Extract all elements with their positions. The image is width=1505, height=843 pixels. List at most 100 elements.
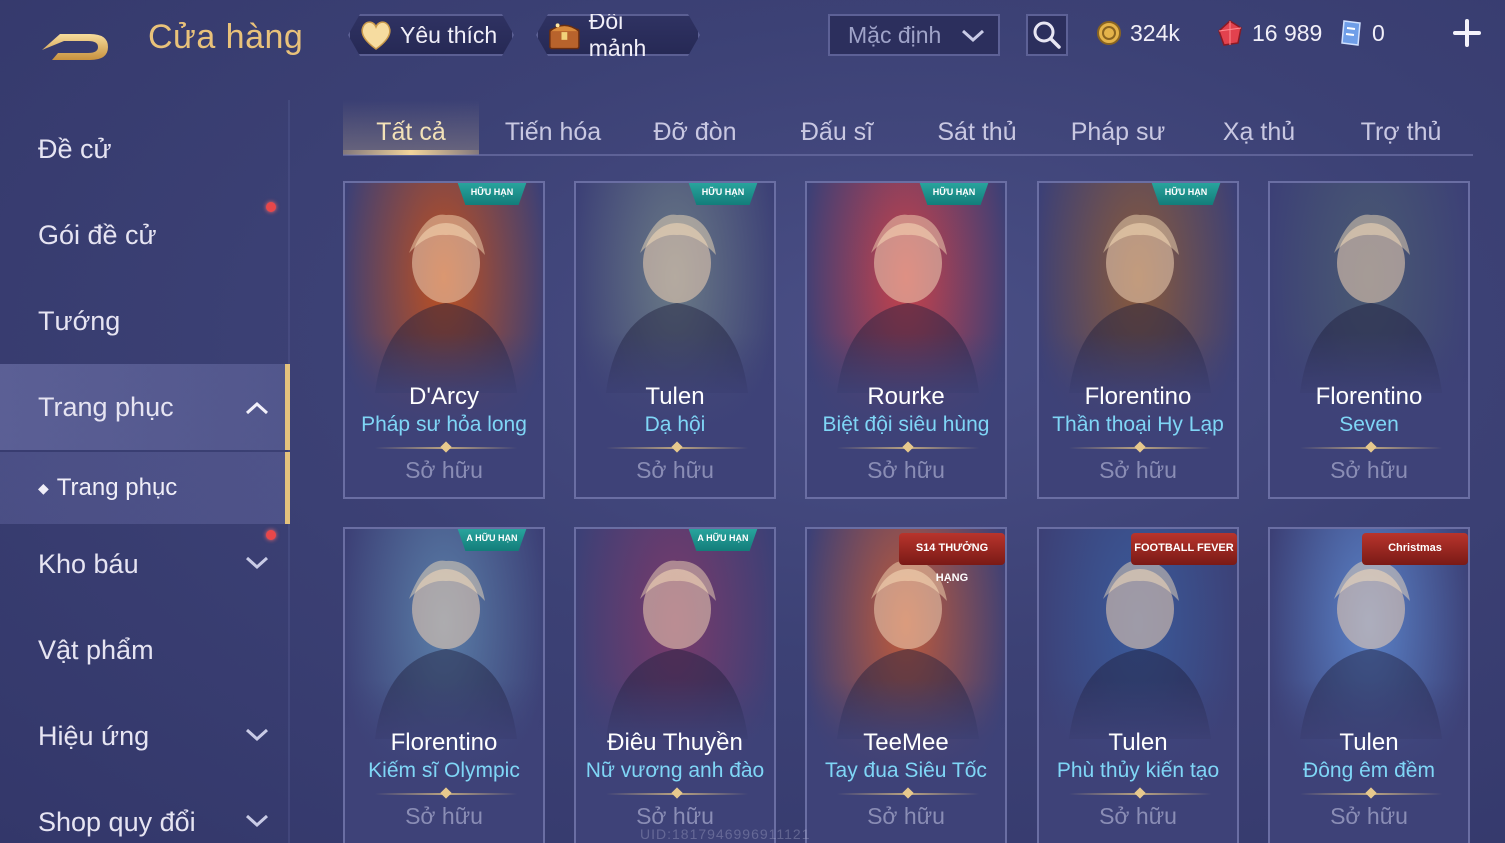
top-bar: Cửa hàng Yêu thích Đổi mảnh Mặc định 324… xyxy=(0,0,1505,80)
sidebar-item-bundles[interactable]: Gói đề cử xyxy=(0,192,290,278)
skin-card[interactable]: FOOTBALL FEVER Tulen Phù thủy kiến tạo Sở h… xyxy=(1037,527,1239,843)
sidebar-item-skins[interactable]: Trang phục xyxy=(0,364,290,450)
skin-card[interactable]: Florentino Seven Sở hữu xyxy=(1268,181,1470,499)
chevron-down-icon xyxy=(961,29,985,43)
skin-card[interactable]: Christmas Tulen Đông êm đềm Sở hữu xyxy=(1268,527,1470,843)
ownership-status: Sở hữu xyxy=(1099,803,1177,829)
notification-dot xyxy=(266,202,276,212)
treasure-chest-icon xyxy=(546,17,583,53)
sidebar-item-label: Trang phục xyxy=(38,391,174,422)
skin-badge: HỮU HẠN xyxy=(1151,183,1221,205)
sidebar: Đề cử Gói đề cử Tướng Trang phục ◆ Trang… xyxy=(0,100,290,843)
skin-name: Biệt đội siêu hùng xyxy=(822,413,990,436)
hero-name: Tulen xyxy=(645,383,705,410)
hero-name: TeeMee xyxy=(863,729,949,756)
sidebar-item-label: Vật phẩm xyxy=(38,634,154,665)
gem-balance: 16 989 xyxy=(1216,16,1322,50)
tab-label: Sát thủ xyxy=(937,117,1017,146)
skin-name: Dạ hội xyxy=(644,413,706,436)
favorites-label: Yêu thích xyxy=(400,21,498,48)
sidebar-item-effects[interactable]: Hiệu ứng xyxy=(0,693,290,779)
skin-card[interactable]: HỮU HẠN D'Arcy Pháp sư hỏa long Sở hữu xyxy=(343,181,545,499)
ownership-status: Sở hữu xyxy=(1099,457,1177,483)
chevron-down-icon xyxy=(245,814,269,828)
hero-name: Rourke xyxy=(867,383,945,410)
sidebar-item-recommended[interactable]: Đề cử xyxy=(0,106,290,192)
skin-name: Thần thoại Hy Lạp xyxy=(1052,413,1224,436)
search-button[interactable] xyxy=(1026,14,1068,56)
back-arrow-icon xyxy=(42,34,108,60)
tab-label: Trợ thủ xyxy=(1360,117,1442,146)
sidebar-item-label: Kho báu xyxy=(38,548,139,579)
favorites-button[interactable]: Yêu thích xyxy=(348,14,514,56)
sidebar-item-heroes[interactable]: Tướng xyxy=(0,278,290,364)
gold-amount: 324k xyxy=(1130,19,1180,46)
sidebar-item-label: Đề cử xyxy=(38,133,112,164)
ticket-icon xyxy=(1341,20,1361,46)
sort-dropdown[interactable]: Mặc định xyxy=(828,14,1000,56)
skin-card[interactable]: S14 THƯỞNG HẠNG TeeMee Tay đua Siêu Tốc Sở … xyxy=(805,527,1007,843)
ownership-status: Sở hữu xyxy=(867,803,945,829)
ownership-status: Sở hữu xyxy=(405,803,483,829)
heart-icon xyxy=(358,19,394,51)
ticket-amount: 0 xyxy=(1372,19,1385,46)
skin-badge: FOOTBALL FEVER xyxy=(1131,533,1237,565)
skin-name: Pháp sư hỏa long xyxy=(361,413,527,436)
category-tabs: Tất cả Tiến hóa Đỡ đòn Đấu sĩ Sát thủ Ph… xyxy=(343,100,1473,156)
tab-label: Pháp sư xyxy=(1070,117,1166,146)
back-button[interactable] xyxy=(38,20,114,62)
tab-label: Đấu sĩ xyxy=(800,117,874,146)
tab-evolution[interactable]: Tiến hóa xyxy=(485,110,621,154)
hero-name: Tulen xyxy=(1108,729,1168,756)
hero-name: Tulen xyxy=(1339,729,1399,756)
skin-name: Nữ vương anh đào xyxy=(585,759,765,782)
hero-name: D'Arcy xyxy=(409,383,479,410)
ownership-status: Sở hữu xyxy=(867,457,945,483)
sidebar-subitem-label: Trang phục xyxy=(56,474,178,501)
chevron-up-icon xyxy=(245,401,269,415)
chevron-down-icon xyxy=(245,728,269,742)
skin-badge: A HỮU HẠN xyxy=(688,529,758,551)
notification-dot xyxy=(266,530,276,540)
tab-assassin[interactable]: Sát thủ xyxy=(909,110,1045,154)
sort-value: Mặc định xyxy=(848,21,942,48)
chevron-down-icon xyxy=(245,556,269,570)
bullet-icon: ◆ xyxy=(38,479,49,496)
sidebar-item-items[interactable]: Vật phẩm xyxy=(0,607,290,693)
tab-support[interactable]: Trợ thủ xyxy=(1333,110,1469,154)
exchange-shards-label: Đổi mảnh xyxy=(588,8,647,61)
sidebar-item-label: Hiệu ứng xyxy=(38,720,150,751)
skin-badge: Christmas xyxy=(1362,533,1468,565)
skin-card[interactable]: HỮU HẠN Rourke Biệt đội siêu hùng Sở hữu xyxy=(805,181,1007,499)
skin-name: Tay đua Siêu Tốc xyxy=(825,759,987,782)
skin-badge: HỮU HẠN xyxy=(688,183,758,205)
tab-marksman[interactable]: Xạ thủ xyxy=(1191,110,1327,154)
tab-all[interactable]: Tất cả xyxy=(343,110,479,154)
sidebar-subitem-skins[interactable]: ◆ Trang phục xyxy=(0,452,290,524)
skin-name: Kiếm sĩ Olympic xyxy=(368,759,520,782)
sidebar-item-exchange-shop[interactable]: Shop quy đổi xyxy=(0,779,290,843)
ownership-status: Sở hữu xyxy=(1330,803,1408,829)
gold-coin-icon xyxy=(1097,21,1121,45)
skin-badge: S14 THƯỞNG HẠNG xyxy=(899,533,1005,584)
skin-card[interactable]: HỮU HẠN Tulen Dạ hội Sở hữu xyxy=(574,181,776,499)
tab-mage[interactable]: Pháp sư xyxy=(1050,110,1186,154)
red-gem-icon xyxy=(1218,20,1242,46)
uid-watermark: UID:1817946996911121 xyxy=(640,826,811,842)
skin-card[interactable]: A HỮU HẠN Florentino Kiếm sĩ Olympic Sở hữu xyxy=(343,527,545,843)
ownership-status: Sở hữu xyxy=(405,457,483,483)
ticket-balance: 0 xyxy=(1338,16,1385,50)
tab-fighter[interactable]: Đấu sĩ xyxy=(769,110,905,154)
hero-name: Florentino xyxy=(390,729,498,756)
exchange-shards-button[interactable]: Đổi mảnh xyxy=(536,14,700,56)
add-currency-button[interactable] xyxy=(1450,16,1484,50)
tab-tank[interactable]: Đỡ đòn xyxy=(627,110,763,154)
skin-card[interactable]: A HỮU HẠN Điêu Thuyền Nữ vương anh đào Sở h… xyxy=(574,527,776,843)
sidebar-item-treasure[interactable]: Kho báu xyxy=(0,521,290,607)
sidebar-item-label: Gói đề cử xyxy=(38,219,157,250)
tab-label: Tiến hóa xyxy=(504,117,602,146)
sidebar-item-label: Shop quy đổi xyxy=(38,806,196,837)
ownership-status: Sở hữu xyxy=(1330,457,1408,483)
skin-card[interactable]: HỮU HẠN Florentino Thần thoại Hy Lạp Sở hữu xyxy=(1037,181,1239,499)
skin-badge: A HỮU HẠN xyxy=(457,529,527,551)
